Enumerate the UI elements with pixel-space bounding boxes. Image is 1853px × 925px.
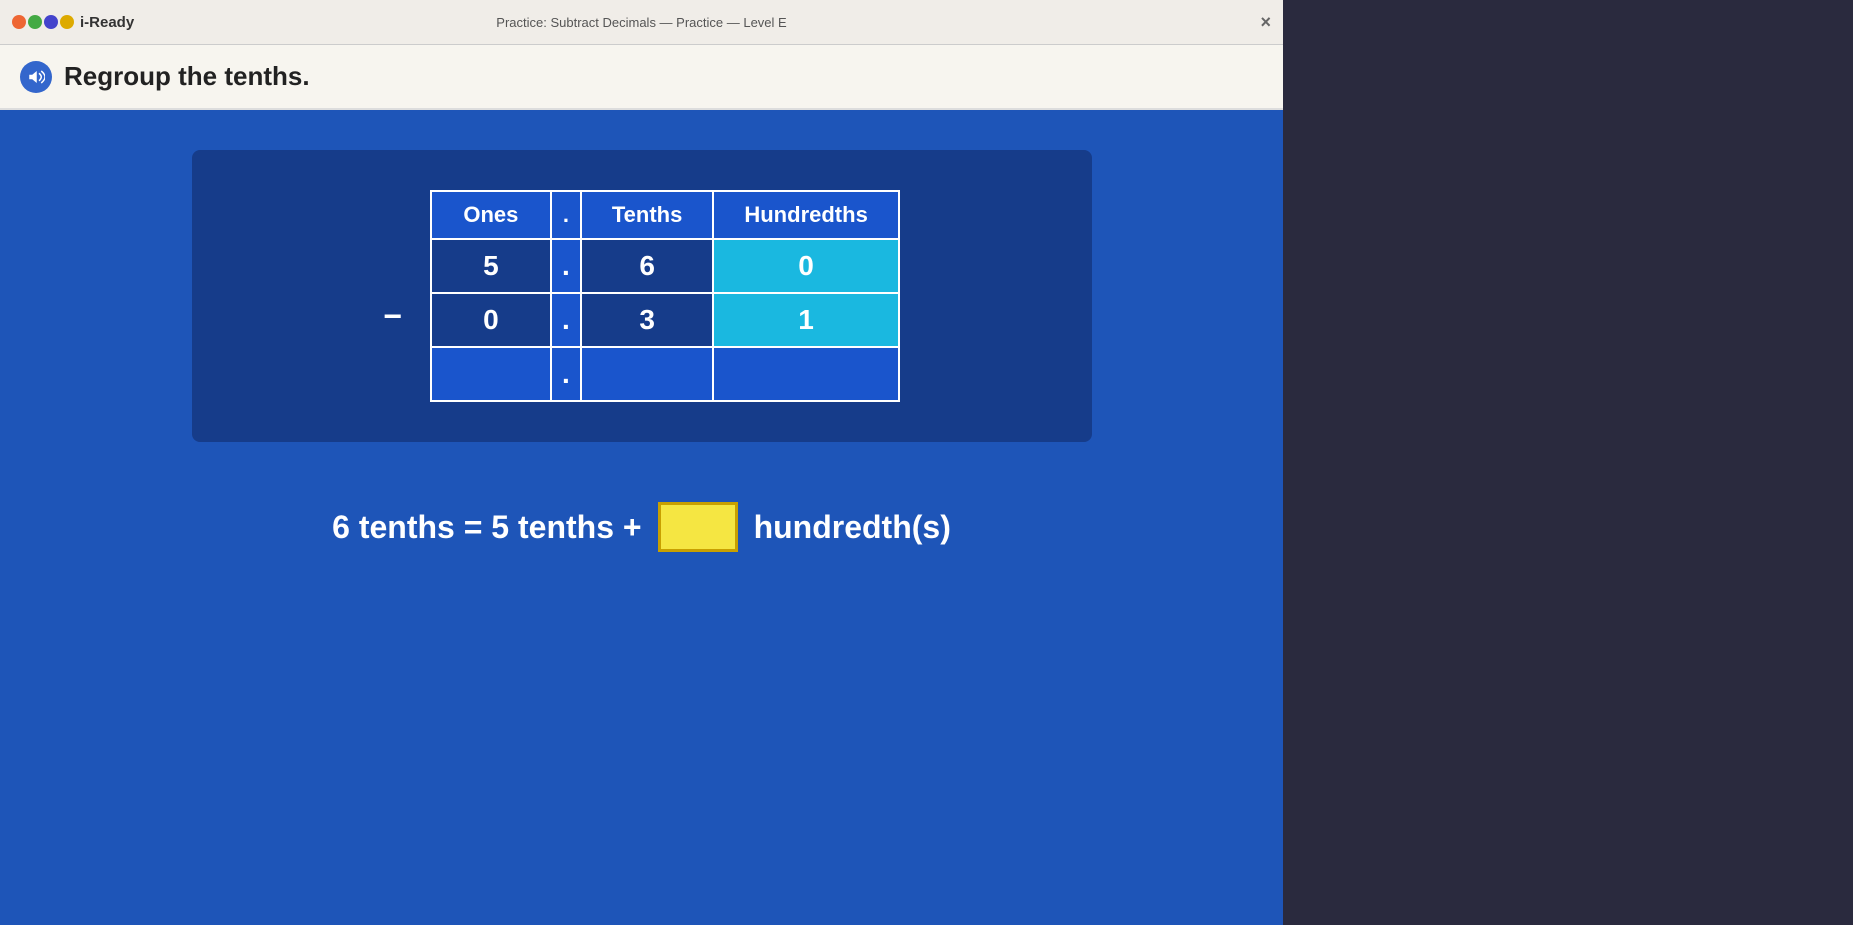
- cell-tenths-1: 6: [581, 239, 713, 293]
- right-panel: [1283, 0, 1853, 925]
- main-area: − Ones . Tenths Hundredths: [0, 110, 1283, 925]
- close-button[interactable]: ×: [1260, 12, 1271, 33]
- cell-dot-1: .: [551, 239, 581, 293]
- col-header-dot: .: [551, 191, 581, 239]
- equation-text: 6 tenths = 5 tenths +: [332, 509, 641, 546]
- logo-dot-green: [28, 15, 42, 29]
- speaker-icon[interactable]: [20, 61, 52, 93]
- top-bar: i-Ready Practice: Subtract Decimals — Pr…: [0, 0, 1283, 45]
- cell-dot-result: .: [551, 347, 581, 401]
- cell-ones-2: 0: [431, 293, 551, 347]
- hundredths-suffix: hundredth(s): [754, 509, 951, 546]
- cell-dot-2: .: [551, 293, 581, 347]
- col-header-ones: Ones: [431, 191, 551, 239]
- table-row-result: .: [431, 347, 899, 401]
- table-row-1: 5 . 6 0: [431, 239, 899, 293]
- page-title: Practice: Subtract Decimals — Practice —…: [496, 15, 786, 30]
- logo-dot-red: [12, 15, 26, 29]
- hundredths-input[interactable]: [658, 502, 738, 552]
- cell-ones-result: [431, 347, 551, 401]
- equation-area: 6 tenths = 5 tenths + hundredth(s): [332, 502, 951, 552]
- table-wrapper: − Ones . Tenths Hundredths: [383, 190, 900, 402]
- minus-sign: −: [383, 298, 402, 335]
- cell-hundredths-2: 1: [713, 293, 898, 347]
- logo-dot-blue: [44, 15, 58, 29]
- iready-logo: i-Ready: [12, 14, 134, 31]
- logo-dot-yellow: [60, 15, 74, 29]
- cell-tenths-2: 3: [581, 293, 713, 347]
- col-header-hundredths: Hundredths: [713, 191, 898, 239]
- cell-ones-1: 5: [431, 239, 551, 293]
- cell-hundredths-result: [713, 347, 898, 401]
- table-row-2: 0 . 3 1: [431, 293, 899, 347]
- cell-tenths-result: [581, 347, 713, 401]
- instruction-text: Regroup the tenths.: [64, 61, 310, 92]
- logo-text: i-Ready: [80, 14, 134, 31]
- instruction-bar: Regroup the tenths.: [0, 45, 1283, 110]
- place-value-table: Ones . Tenths Hundredths 5 . 6: [430, 190, 900, 402]
- cell-hundredths-1: 0: [713, 239, 898, 293]
- place-value-card: − Ones . Tenths Hundredths: [192, 150, 1092, 442]
- col-header-tenths: Tenths: [581, 191, 713, 239]
